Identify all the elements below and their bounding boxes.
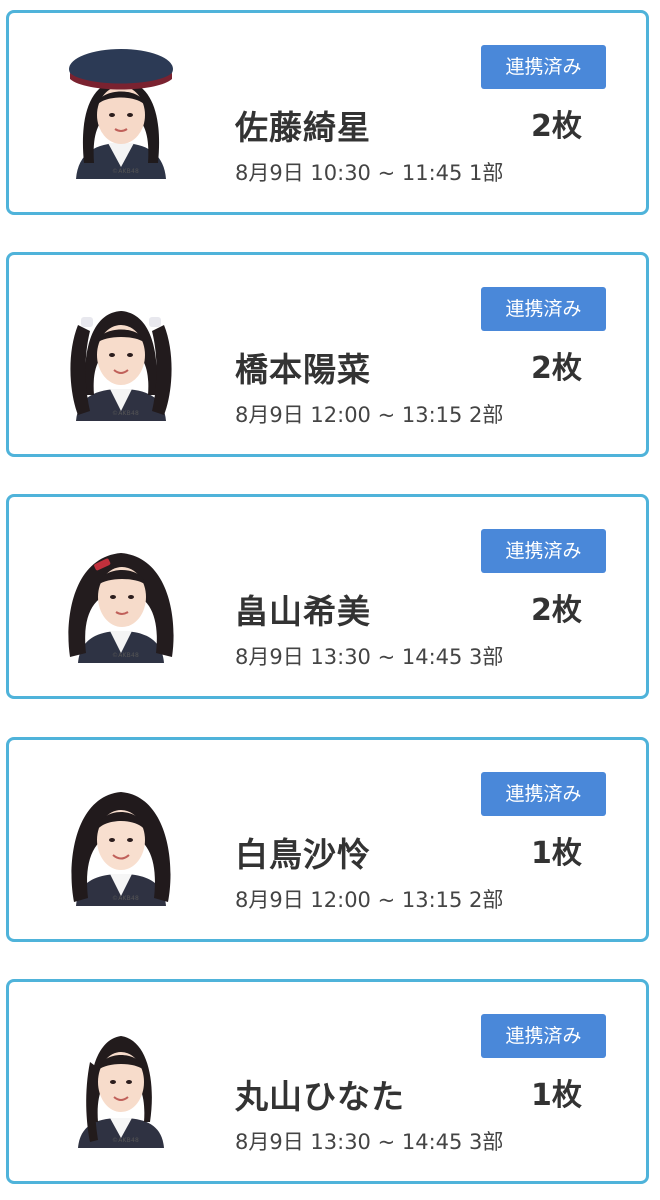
member-name: 白鳥沙怜 [235, 835, 371, 874]
linked-status-badge: 連携済み [481, 287, 606, 331]
member-name: 佐藤綺星 [235, 108, 371, 147]
member-photo: ©AKB48 [56, 43, 186, 179]
ticket-card[interactable]: ©AKB48 畠山希美 8月9日 13:30 ~ 14:45 3部 連携済み 2… [6, 494, 649, 699]
photo-credit: ©AKB48 [112, 168, 139, 175]
ticket-card[interactable]: ©AKB48 橋本陽菜 8月9日 12:00 ~ 13:15 2部 連携済み 2… [6, 252, 649, 457]
member-photo: ©AKB48 [56, 527, 186, 663]
photo-credit: ©AKB48 [112, 410, 139, 417]
photo-credit: ©AKB48 [112, 1137, 139, 1144]
session-schedule: 8月9日 13:30 ~ 14:45 3部 [235, 1130, 504, 1154]
ticket-card[interactable]: ©AKB48 丸山ひなた 8月9日 13:30 ~ 14:45 3部 連携済み … [6, 979, 649, 1184]
linked-status-badge: 連携済み [481, 772, 606, 816]
linked-status-badge: 連携済み [481, 529, 606, 573]
member-name: 畠山希美 [235, 592, 371, 631]
member-name: 丸山ひなた [235, 1077, 405, 1116]
ticket-count: 2枚 [531, 351, 582, 386]
linked-status-badge: 連携済み [481, 45, 606, 89]
session-schedule: 8月9日 13:30 ~ 14:45 3部 [235, 645, 504, 669]
ticket-list: ©AKB48 佐藤綺星 8月9日 10:30 ~ 11:45 1部 連携済み 2… [0, 0, 660, 1200]
ticket-count: 2枚 [531, 593, 582, 628]
ticket-card[interactable]: ©AKB48 佐藤綺星 8月9日 10:30 ~ 11:45 1部 連携済み 2… [6, 10, 649, 215]
ticket-card[interactable]: ©AKB48 白鳥沙怜 8月9日 12:00 ~ 13:15 2部 連携済み 1… [6, 737, 649, 942]
member-photo: ©AKB48 [56, 285, 186, 421]
member-photo: ©AKB48 [56, 770, 186, 906]
photo-credit: ©AKB48 [112, 895, 139, 902]
linked-status-badge: 連携済み [481, 1014, 606, 1058]
ticket-count: 1枚 [531, 1078, 582, 1113]
member-photo: ©AKB48 [56, 1012, 186, 1148]
photo-credit: ©AKB48 [112, 652, 139, 659]
session-schedule: 8月9日 12:00 ~ 13:15 2部 [235, 403, 504, 427]
ticket-count: 2枚 [531, 109, 582, 144]
session-schedule: 8月9日 10:30 ~ 11:45 1部 [235, 161, 504, 185]
session-schedule: 8月9日 12:00 ~ 13:15 2部 [235, 888, 504, 912]
member-name: 橋本陽菜 [235, 350, 371, 389]
ticket-count: 1枚 [531, 836, 582, 871]
